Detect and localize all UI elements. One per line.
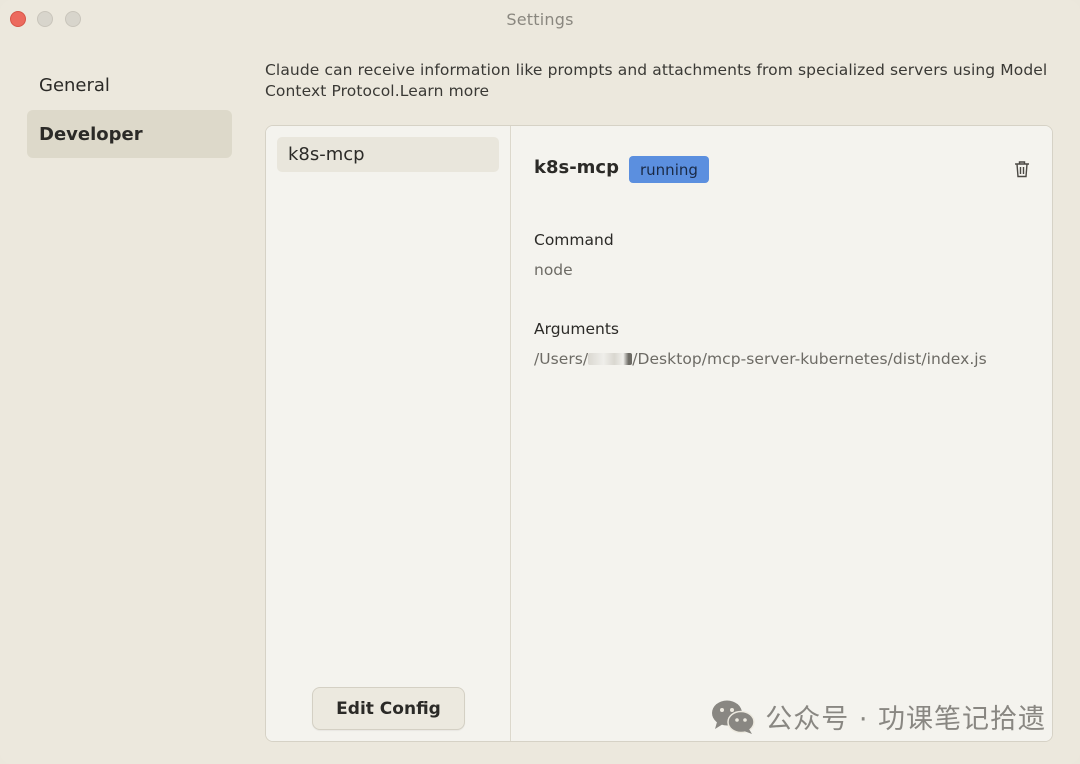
server-list: k8s-mcp Edit Config [266,126,511,741]
title-bar: Settings [0,0,1080,38]
sidebar-item-general[interactable]: General [27,61,232,109]
settings-window: Settings General Developer Claude can re… [0,0,1080,764]
arguments-value: /Users/ /Desktop/mcp-server-kubernetes/di… [534,350,987,368]
mcp-description: Claude can receive information like prom… [265,61,1048,100]
server-detail-name: k8s-mcp [534,157,619,178]
wechat-icon [712,700,755,734]
window-title: Settings [506,10,574,29]
redacted-username [588,353,633,365]
sidebar-item-developer[interactable]: Developer [27,110,232,158]
watermark-text: 公众号 · 功课笔记拾遗 [765,704,1046,735]
arguments-label: Arguments [534,320,619,338]
sidebar-item-label: Developer [39,123,143,145]
edit-config-button[interactable]: Edit Config [312,687,465,730]
mcp-servers-panel: k8s-mcp Edit Config k8s-mcp running Comm… [265,125,1053,742]
trash-icon[interactable] [1014,160,1030,178]
server-list-item[interactable]: k8s-mcp [277,137,499,172]
server-details: k8s-mcp running Command node Arguments /… [512,126,1052,741]
arguments-suffix: /Desktop/mcp-server-kubernetes/dist/inde… [632,350,987,368]
command-value: node [534,261,573,279]
sidebar-item-label: General [39,74,110,96]
watermark: 公众号 · 功课笔记拾遗 [711,697,1046,736]
command-label: Command [534,231,614,249]
status-badge: running [629,156,709,183]
arguments-prefix: /Users/ [534,350,589,368]
server-item-label: k8s-mcp [288,144,365,165]
